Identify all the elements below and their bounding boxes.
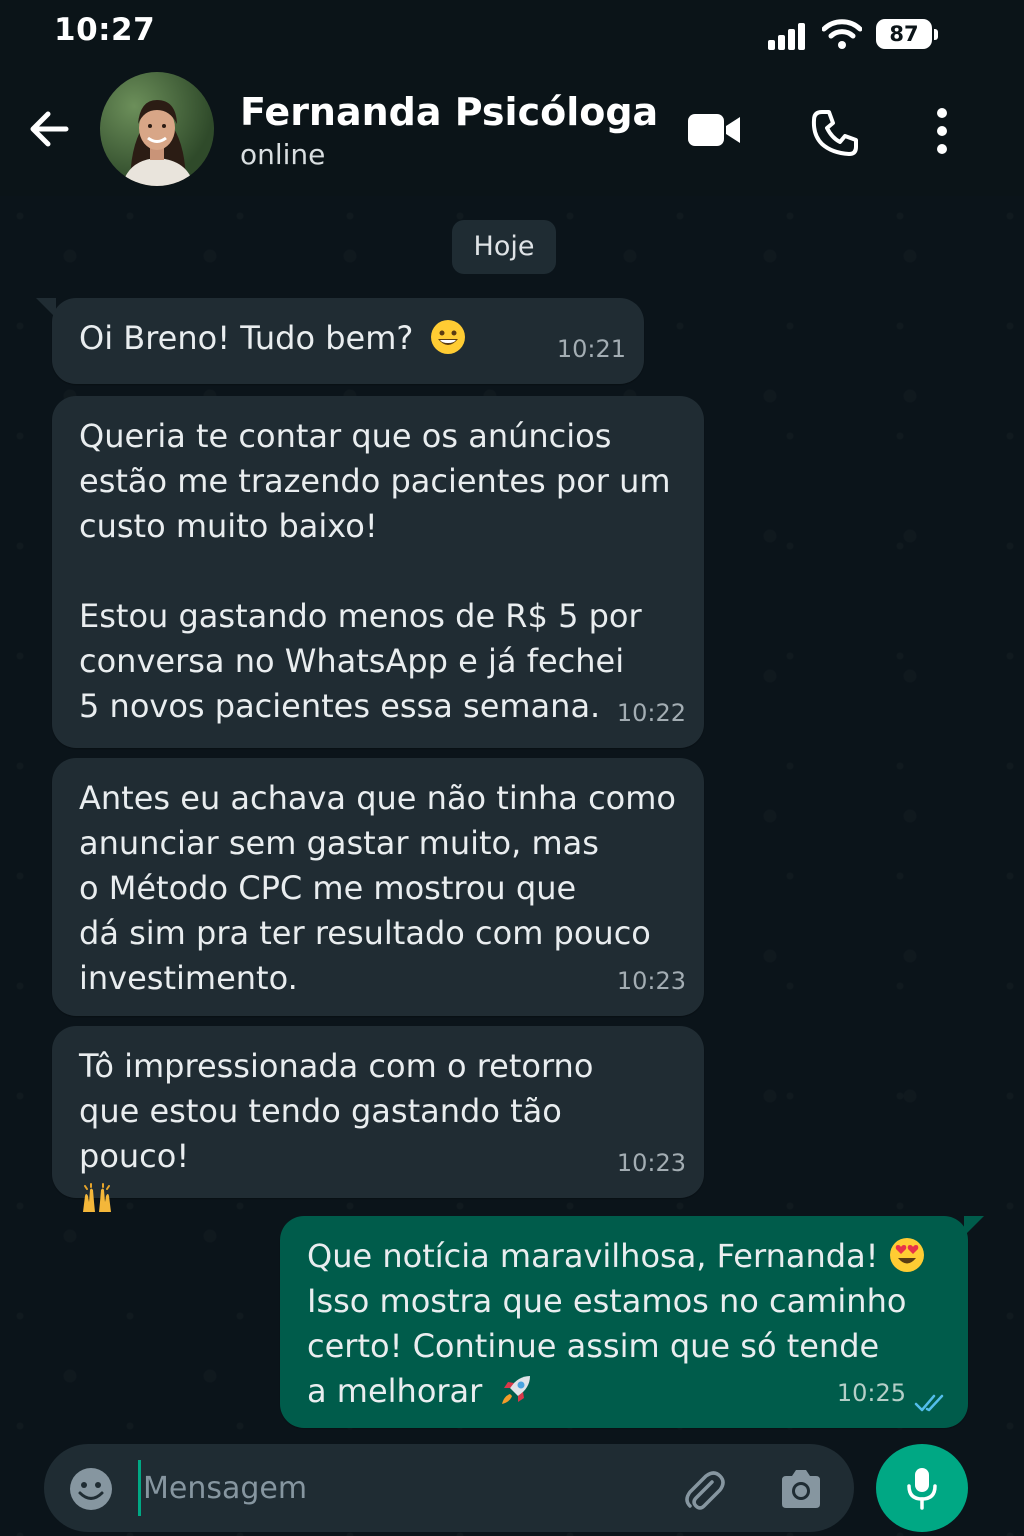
message-time: 10:22 [616, 699, 686, 727]
outgoing-message[interactable]: Que notícia maravilhosa, Fernanda! Isso … [280, 1216, 984, 1428]
message-text: Isso mostra que estamos no caminho certo… [307, 1282, 907, 1410]
contact-status: online [240, 138, 326, 171]
message-text-line: Que notícia maravilhosa, Fernanda! [307, 1234, 942, 1279]
emoji-icon[interactable] [68, 1466, 114, 1512]
chat-area[interactable]: Hoje Oi Breno! Tudo bem? 10:21 Queria te… [0, 196, 1024, 1536]
more-vertical-icon[interactable] [928, 106, 956, 156]
chat-header: Fernanda Psicóloga online [0, 62, 1024, 196]
message-text: Queria te contar que os anúncios estão m… [79, 417, 671, 725]
raising-hands-emoji-icon [83, 1183, 111, 1212]
message-text: Tô impressionada com o retorno que estou… [79, 1047, 594, 1175]
message-time: 10:25 [836, 1379, 906, 1407]
wifi-icon [822, 19, 862, 49]
back-arrow-icon[interactable] [26, 106, 72, 152]
status-bar: 10:27 87 [0, 0, 1024, 62]
video-call-icon[interactable] [686, 110, 742, 150]
message-text: Antes eu achava que não tinha como anunc… [79, 779, 676, 997]
avatar[interactable] [100, 72, 214, 186]
signal-icon [768, 22, 812, 50]
battery-indicator: 87 [876, 19, 938, 49]
message-time: 10:23 [616, 1149, 686, 1177]
message-composer [44, 1444, 854, 1532]
microphone-icon [907, 1468, 937, 1510]
message-text: Que notícia maravilhosa, Fernanda! [307, 1237, 879, 1275]
message-input[interactable] [138, 1460, 658, 1516]
phone-icon[interactable] [810, 108, 860, 158]
read-receipt-icon [914, 1394, 944, 1412]
paperclip-icon[interactable] [682, 1468, 726, 1512]
incoming-message[interactable]: Tô impressionada com o retorno que estou… [52, 1026, 704, 1212]
message-time: 10:21 [556, 335, 626, 363]
incoming-message[interactable]: Queria te contar que os anúncios estão m… [52, 396, 704, 748]
status-time: 10:27 [54, 12, 156, 48]
microphone-button[interactable] [876, 1444, 968, 1532]
contact-name[interactable]: Fernanda Psicóloga [240, 90, 658, 134]
message-text: Oi Breno! Tudo bem? [79, 319, 414, 357]
grinning-face-emoji-icon [430, 320, 465, 354]
rocket-emoji-icon [502, 1376, 531, 1404]
message-time: 10:23 [616, 967, 686, 995]
incoming-message[interactable]: Antes eu achava que não tinha como anunc… [52, 758, 704, 1016]
whatsapp-chat-screen: 10:27 87 Fernanda Psicóloga online Hoje … [0, 0, 1024, 1536]
heart-eyes-emoji-icon [889, 1238, 924, 1272]
date-divider: Hoje [452, 220, 556, 274]
incoming-message[interactable]: Oi Breno! Tudo bem? 10:21 [36, 298, 644, 384]
camera-icon[interactable] [778, 1468, 824, 1510]
